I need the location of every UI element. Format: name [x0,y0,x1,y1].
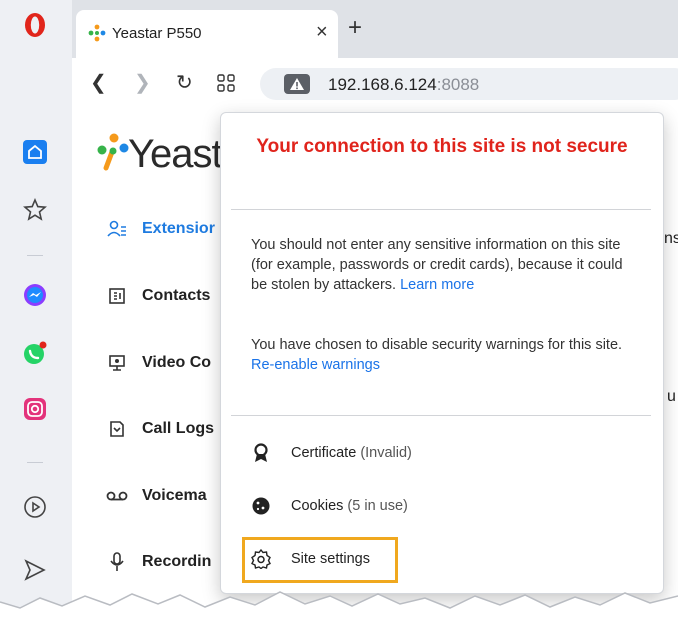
forward-icon[interactable]: ❯ [134,70,151,95]
instagram-icon[interactable] [22,396,48,422]
messenger-icon[interactable] [22,282,48,308]
nav-label: Recordin [142,553,212,570]
nav-call-logs[interactable]: Call Logs [106,418,214,440]
nav-label: Voicema [142,487,207,504]
cookies-label: Cookies [291,498,344,514]
contacts-icon [106,285,128,307]
torn-edge-decoration [0,591,678,633]
learn-more-link[interactable]: Learn more [400,277,474,293]
tab-yeastar[interactable]: Yeastar P550 × [76,10,338,58]
certificate-status: (Invalid) [360,445,412,461]
player-icon[interactable] [22,494,48,520]
opera-sidebar [0,0,73,633]
reload-icon[interactable]: ↻ [176,70,193,95]
nav-video-conference[interactable]: Video Co [106,352,211,374]
tab-bar: Yeastar P550 × + [72,0,678,58]
tab-close-button[interactable]: × [316,21,328,44]
call-logs-icon [106,418,128,440]
whatsapp-icon[interactable] [22,340,48,366]
cookie-icon [251,496,271,516]
popup-divider [231,415,651,416]
certificate-label: Certificate [291,445,357,461]
speed-dial-grid-icon[interactable] [217,74,235,97]
site-settings-highlight [242,537,398,583]
opera-logo-icon[interactable] [22,12,48,38]
sidebar-divider [27,255,43,256]
recording-icon [106,551,128,573]
address-bar-row: ❮ ❯ ↻ 192.168.6.124:8088 [72,58,678,111]
nav-voicemail[interactable]: Voicema [106,485,207,507]
not-secure-warning-icon[interactable] [284,74,310,94]
url-host: 192.168.6.124 [328,75,437,94]
nav-label: Video Co [142,354,212,371]
sidebar-divider [27,462,43,463]
nav-extensions[interactable]: Extensior [106,218,215,240]
yeastar-favicon-icon [88,24,106,47]
popup-title: Your connection to this site is not secu… [256,136,628,157]
page-text-fragment: u [667,388,676,405]
video-conference-icon [106,352,128,374]
cookies-status: (5 in use) [347,498,408,514]
nav-recording[interactable]: Recordin [106,551,211,573]
url-port: :8088 [436,75,480,94]
back-icon[interactable]: ❮ [90,70,107,95]
url-text: 192.168.6.124:8088 [328,75,479,95]
yeastar-logo-text: Yeast [128,132,223,176]
certificate-icon [251,443,271,463]
tab-title: Yeastar P550 [112,25,202,42]
voicemail-icon [106,485,128,507]
url-field[interactable]: 192.168.6.124:8088 [260,68,678,100]
page-text-fragment: ns [664,230,678,247]
certificate-row[interactable]: Certificate (Invalid) [251,443,412,463]
site-info-popup: Your connection to this site is not secu… [220,112,664,594]
popup-divider [231,209,651,210]
reenable-warnings-link[interactable]: Re-enable warnings [251,357,380,373]
disabled-message: You have chosen to disable security warn… [251,337,623,353]
bookmarks-star-icon[interactable] [22,197,48,223]
security-warning-text: You should not enter any sensitive infor… [251,235,631,295]
extensions-icon [106,218,128,240]
yeastar-logo-icon [94,132,130,177]
new-tab-button[interactable]: + [348,14,362,42]
nav-label: Contacts [142,287,211,304]
home-icon[interactable] [22,139,48,165]
cookies-row[interactable]: Cookies (5 in use) [251,496,408,516]
nav-contacts[interactable]: Contacts [106,285,210,307]
screenshot: Yeastar P550 × + ❮ ❯ ↻ 192.168.6.124:808… [0,0,678,633]
nav-label: Call Logs [142,420,215,437]
disabled-warnings-text: You have chosen to disable security warn… [251,335,631,375]
nav-label: Extensior [142,220,215,237]
